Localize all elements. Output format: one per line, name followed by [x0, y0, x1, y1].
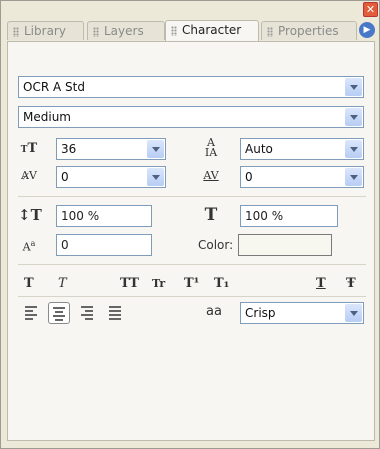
tab-layers-label: Layers	[104, 24, 144, 38]
faux-italic-button[interactable]: T	[58, 275, 67, 293]
underline-button[interactable]: T	[316, 275, 326, 293]
all-caps-button[interactable]: TT	[120, 275, 139, 293]
anti-aliasing-value: Crisp	[245, 306, 276, 320]
tab-properties-label: Properties	[278, 24, 339, 38]
horizontal-scale-value: 100 %	[245, 209, 284, 223]
font-size-icon: TT	[20, 141, 38, 156]
close-icon[interactable]: ✕	[363, 2, 378, 17]
anti-aliasing-select[interactable]: Crisp	[240, 302, 364, 324]
kerning-select[interactable]: 0	[56, 166, 166, 188]
chevron-down-icon[interactable]	[147, 140, 164, 158]
baseline-shift-input[interactable]: 0	[56, 234, 152, 256]
divider	[18, 264, 366, 265]
horizontal-scale-input[interactable]: 100 %	[240, 205, 338, 227]
tab-library[interactable]: Library	[7, 21, 84, 40]
divider	[18, 196, 366, 197]
tab-library-label: Library	[24, 24, 66, 38]
panel-titlebar	[1, 1, 379, 11]
character-panel: ✕ Library Layers Character Properties ▶ …	[0, 0, 380, 449]
chevron-down-icon[interactable]	[345, 304, 362, 322]
panel-tabs: Library Layers Character Properties ▶	[7, 20, 375, 41]
font-style-select[interactable]: Medium	[18, 106, 364, 128]
leading-select[interactable]: Auto	[240, 138, 364, 160]
leading-icon: A IA	[204, 136, 218, 159]
subscript-button[interactable]: T₁	[214, 275, 229, 293]
vertical-scale-input[interactable]: 100 %	[56, 205, 152, 227]
leading-value: Auto	[245, 142, 273, 156]
color-label: Color:	[198, 238, 234, 252]
panel-content: OCR A Std Medium TT 36 A IA Auto A̷V 0 AV…	[7, 41, 375, 441]
strikethrough-button[interactable]: Ŧ	[346, 275, 356, 293]
font-size-value: 36	[61, 142, 77, 156]
chevron-down-icon[interactable]	[147, 168, 164, 186]
anti-aliasing-icon: aa	[206, 304, 222, 319]
baseline-shift-icon: Aa	[22, 239, 36, 254]
font-style-value: Medium	[23, 110, 71, 124]
faux-bold-button[interactable]: T	[24, 275, 34, 293]
vertical-scale-value: 100 %	[61, 209, 100, 223]
chevron-down-icon[interactable]	[345, 78, 362, 96]
tracking-icon: AV	[203, 169, 219, 182]
align-center-button[interactable]	[48, 302, 70, 324]
tab-character[interactable]: Character	[165, 20, 259, 41]
tab-properties[interactable]: Properties	[261, 21, 357, 40]
color-swatch[interactable]	[238, 234, 332, 256]
small-caps-button[interactable]: Tr	[152, 275, 165, 293]
align-right-button[interactable]	[76, 302, 98, 324]
justify-button[interactable]	[104, 302, 126, 324]
chevron-down-icon[interactable]	[345, 168, 362, 186]
font-family-value: OCR A Std	[23, 80, 85, 94]
font-size-select[interactable]: 36	[56, 138, 166, 160]
kerning-icon: A̷V	[21, 169, 37, 182]
tab-character-label: Character	[182, 23, 242, 37]
panel-menu-arrow-icon[interactable]: ▶	[359, 22, 375, 38]
divider	[18, 296, 366, 297]
superscript-button[interactable]: T¹	[184, 275, 199, 293]
horizontal-scale-icon: T	[204, 205, 218, 225]
align-left-button[interactable]	[20, 302, 42, 324]
tab-layers[interactable]: Layers	[87, 21, 165, 40]
kerning-value: 0	[61, 170, 69, 184]
tracking-value: 0	[245, 170, 253, 184]
chevron-down-icon[interactable]	[345, 108, 362, 126]
font-family-select[interactable]: OCR A Std	[18, 76, 364, 98]
baseline-shift-value: 0	[61, 238, 69, 252]
tracking-select[interactable]: 0	[240, 166, 364, 188]
chevron-down-icon[interactable]	[345, 140, 362, 158]
vertical-scale-icon: ↕T	[18, 206, 42, 224]
